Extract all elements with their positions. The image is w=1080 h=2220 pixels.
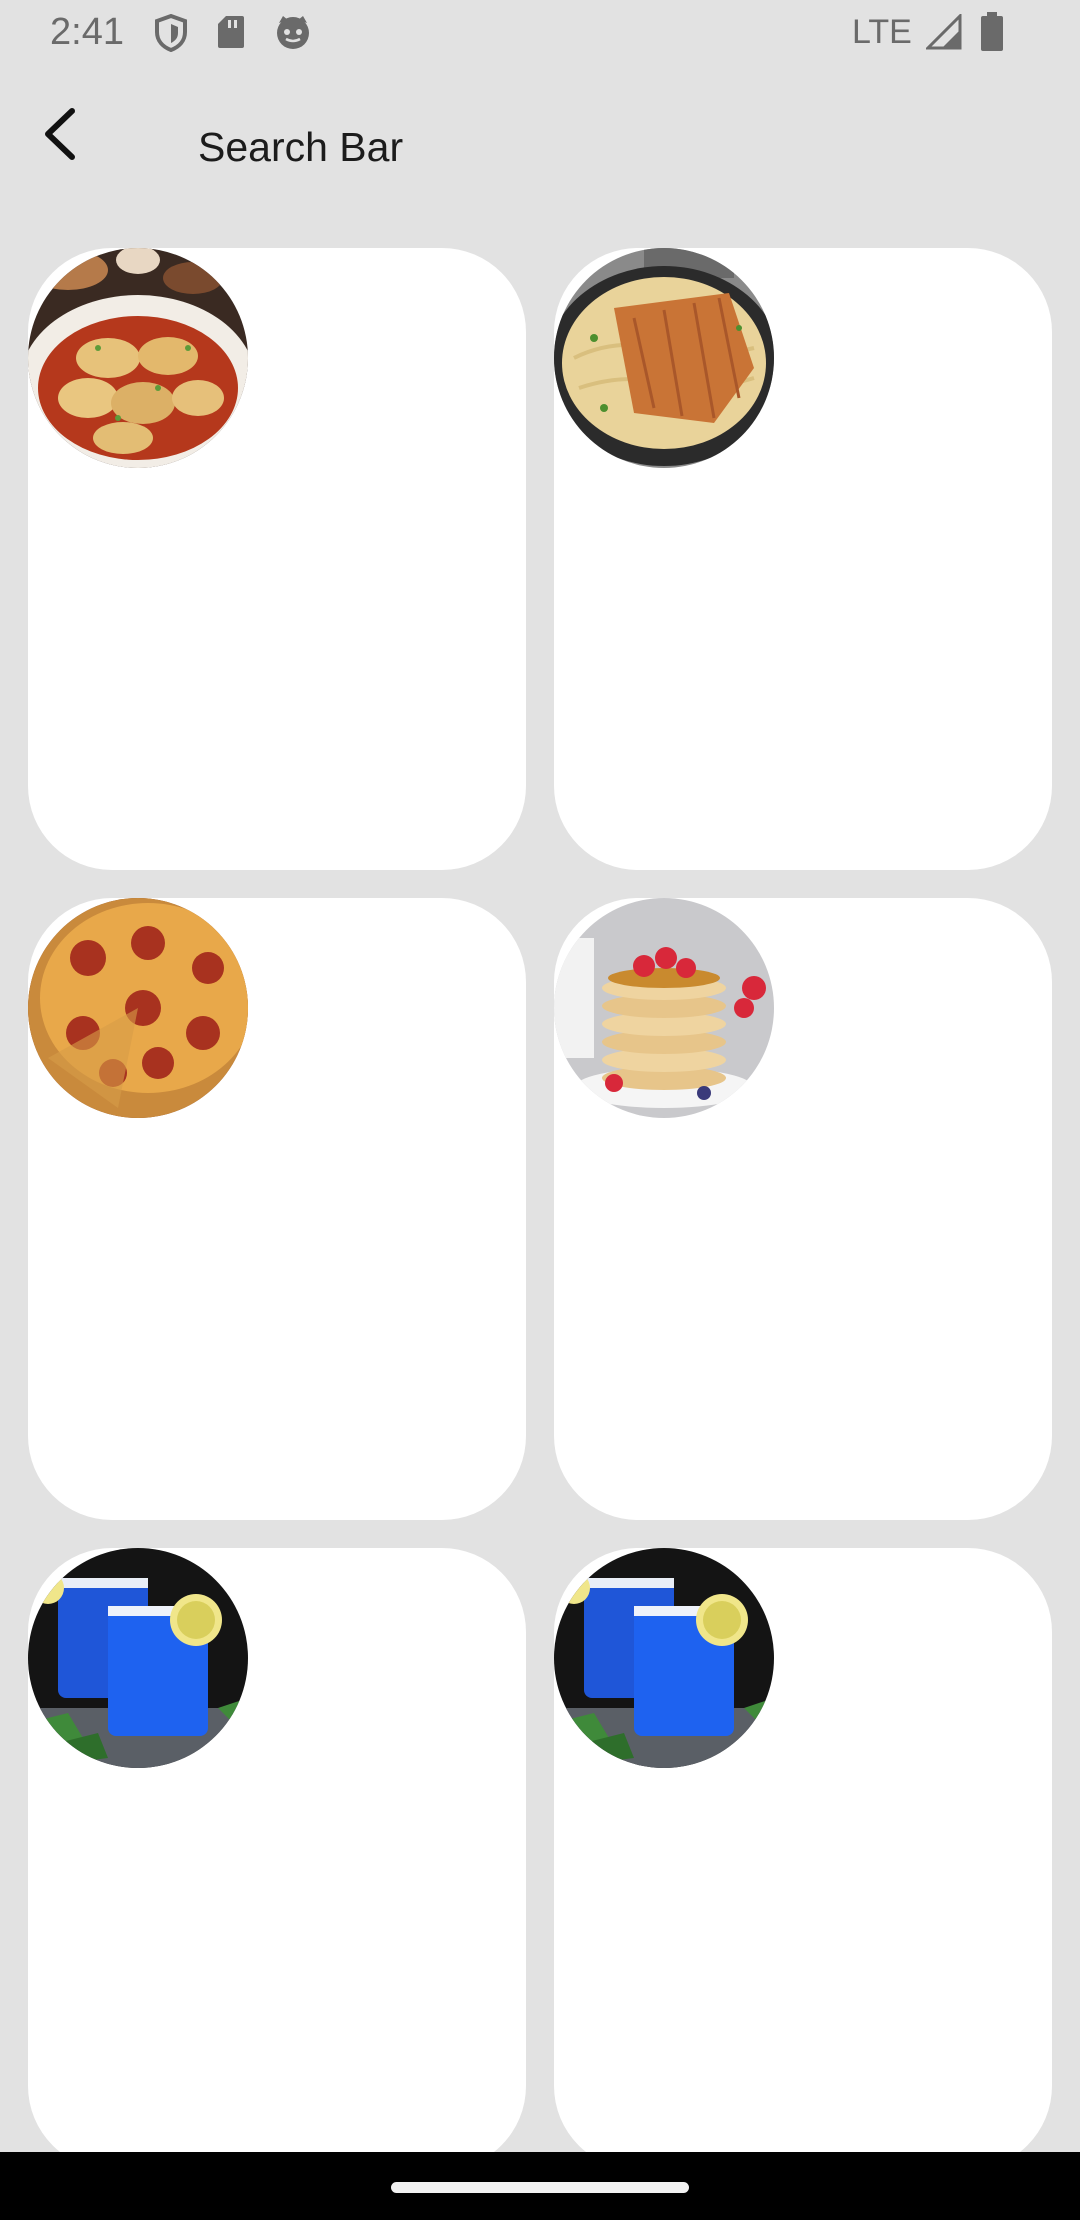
- system-nav-bar: [0, 2152, 1080, 2220]
- grid-card[interactable]: [28, 1548, 526, 2152]
- dumplings-image: [28, 248, 248, 468]
- pasta-cutlet-image: [554, 248, 774, 468]
- grid-card[interactable]: [554, 898, 1052, 1520]
- blue-drinks-image: [554, 1548, 774, 1768]
- pizza-image: [28, 898, 248, 1118]
- grid-card[interactable]: [554, 1548, 1052, 2152]
- home-gesture-handle[interactable]: [391, 2182, 689, 2193]
- grid-card[interactable]: [28, 248, 526, 870]
- grid-card[interactable]: [28, 898, 526, 1520]
- grid-card[interactable]: [554, 248, 1052, 870]
- pancakes-image: [554, 898, 774, 1118]
- food-grid: [0, 0, 1080, 2152]
- blue-drinks-image: [28, 1548, 248, 1768]
